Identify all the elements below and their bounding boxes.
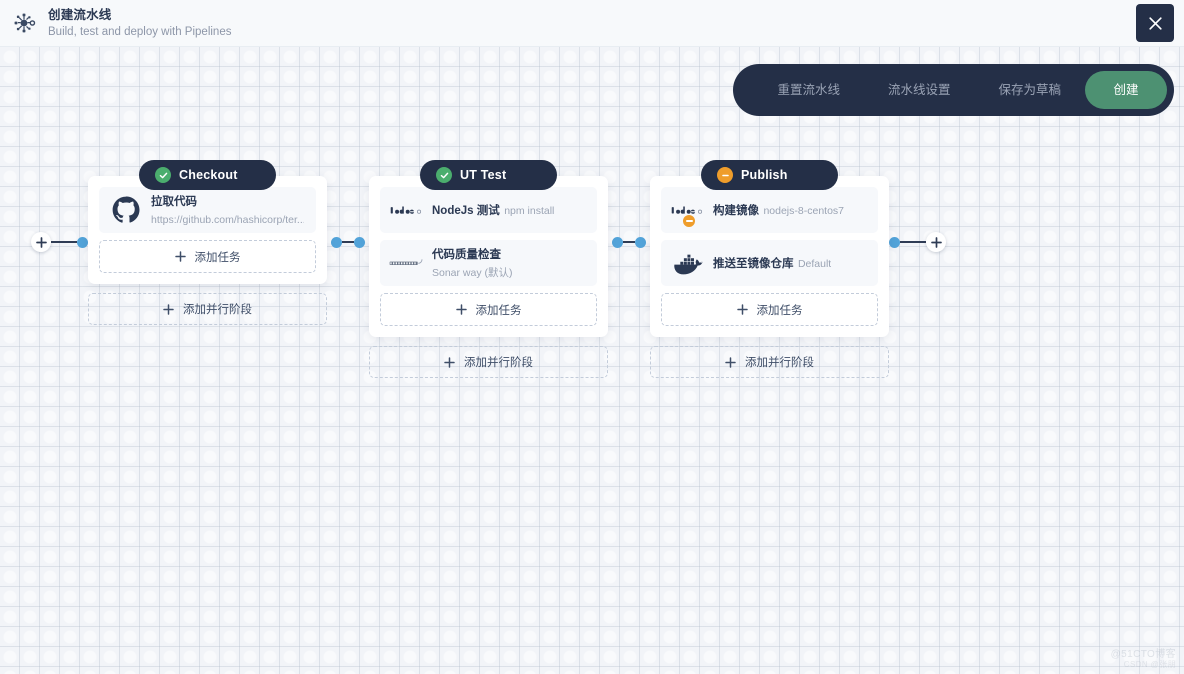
pipeline-end-connector (889, 160, 946, 324)
plus-icon (163, 303, 174, 315)
minus-circle-icon (717, 167, 733, 183)
pipeline-toolbar: 重置流水线 流水线设置 保存为草稿 创建 (733, 64, 1174, 116)
add-parallel-stage-button[interactable]: 添加并行阶段 (88, 293, 327, 325)
task-item[interactable]: 拉取代码 https://github.com/hashicorp/ter... (99, 187, 316, 233)
github-icon (107, 193, 145, 227)
task-title: 拉取代码 (151, 196, 197, 208)
plus-icon (930, 236, 942, 248)
connector-dot[interactable] (354, 236, 365, 248)
connector-dot[interactable] (77, 236, 88, 248)
add-parallel-label: 添加并行阶段 (464, 357, 533, 369)
connector-dot[interactable] (889, 236, 900, 248)
add-task-button[interactable]: 添加任务 (99, 240, 316, 273)
add-parallel-stage-button[interactable]: 添加并行阶段 (369, 346, 608, 378)
connector-line (51, 240, 77, 244)
task-item[interactable]: 代码质量检查 Sonar way (默认) (380, 240, 597, 286)
header-text-block: 创建流水线 Build, test and deploy with Pipeli… (48, 4, 231, 42)
stage-header[interactable]: UT Test (420, 160, 557, 190)
connector-dot[interactable] (635, 236, 646, 248)
stage-publish: Publish 构建镜像 nodejs-8-centos7 推送至镜像仓库 De… (650, 160, 889, 378)
connector-dot[interactable] (612, 236, 623, 248)
task-subtitle: nodejs-8-centos7 (763, 205, 845, 217)
plus-icon (35, 236, 47, 248)
add-task-button[interactable]: 添加任务 (661, 293, 878, 326)
pipeline-graph: Checkout 拉取代码 https://github.com/hashico… (0, 160, 1184, 378)
task-item[interactable]: 构建镜像 nodejs-8-centos7 (661, 187, 878, 233)
stage-card: 构建镜像 nodejs-8-centos7 推送至镜像仓库 Default 添加… (650, 176, 889, 337)
stage-connector-2-3 (608, 160, 650, 324)
add-stage-end-button[interactable] (926, 232, 946, 252)
page-title: 创建流水线 (48, 7, 112, 22)
add-parallel-stage-button[interactable]: 添加并行阶段 (650, 346, 889, 378)
add-stage-start-button[interactable] (31, 232, 51, 252)
watermark-line-1: @51CTO博客 (1110, 649, 1176, 660)
close-icon (1148, 16, 1163, 31)
plus-icon (455, 304, 467, 315)
check-circle-icon (436, 167, 452, 183)
stage-ut-test: UT Test NodeJs 测试 npm install 代码质量检查 Son… (369, 160, 608, 378)
connector-line (342, 240, 354, 244)
task-subtitle: npm install (504, 205, 555, 217)
stage-name: Publish (741, 168, 788, 182)
pipeline-canvas[interactable]: 重置流水线 流水线设置 保存为草稿 创建 Checkout 拉取代码 https… (0, 47, 1184, 674)
add-task-label: 添加任务 (194, 251, 241, 264)
pipeline-settings-button[interactable]: 流水线设置 (864, 71, 975, 109)
docker-icon (669, 246, 707, 280)
pipeline-start-connector (31, 160, 88, 324)
stage-card: NodeJs 测试 npm install 代码质量检查 Sonar way (… (369, 176, 608, 337)
pipeline-node-icon (8, 6, 42, 40)
plus-icon (725, 356, 736, 368)
task-text: NodeJs 测试 npm install (432, 201, 554, 219)
task-item[interactable]: NodeJs 测试 npm install (380, 187, 597, 233)
close-button[interactable] (1136, 4, 1174, 42)
stage-header[interactable]: Publish (701, 160, 838, 190)
task-subtitle: Default (797, 258, 832, 270)
task-title: 代码质量检查 (432, 249, 501, 261)
task-subtitle: Sonar way (默认) (432, 267, 513, 279)
sonarqube-icon (388, 246, 426, 280)
save-draft-button[interactable]: 保存为草稿 (974, 71, 1085, 109)
stage-header[interactable]: Checkout (139, 160, 276, 190)
task-item[interactable]: 推送至镜像仓库 Default (661, 240, 878, 286)
stage-checkout: Checkout 拉取代码 https://github.com/hashico… (88, 160, 327, 325)
create-button[interactable]: 创建 (1085, 71, 1167, 109)
stage-name: Checkout (179, 168, 238, 182)
watermark-line-2: CSDN @张朋 (1123, 660, 1176, 669)
app-header: 创建流水线 Build, test and deploy with Pipeli… (0, 0, 1184, 47)
warning-badge-icon (682, 214, 696, 228)
add-parallel-label: 添加并行阶段 (745, 357, 814, 369)
task-text: 拉取代码 https://github.com/hashicorp/ter... (151, 192, 304, 228)
connector-line (900, 240, 926, 244)
nodejs-icon (669, 193, 707, 228)
plus-icon (174, 251, 186, 262)
task-title: NodeJs 测试 (432, 205, 500, 217)
task-title: 构建镜像 (713, 205, 759, 217)
task-text: 推送至镜像仓库 Default (713, 254, 831, 272)
task-text: 构建镜像 nodejs-8-centos7 (713, 201, 844, 219)
page-subtitle: Build, test and deploy with Pipelines (48, 25, 232, 38)
watermark: @51CTO博客 CSDN @张朋 (1111, 650, 1176, 670)
nodejs-icon (388, 193, 426, 227)
task-subtitle: https://github.com/hashicorp/ter... (151, 214, 304, 226)
reset-pipeline-button[interactable]: 重置流水线 (753, 71, 864, 109)
connector-line (623, 240, 635, 244)
task-text: 代码质量检查 Sonar way (默认) (432, 245, 585, 281)
plus-icon (444, 356, 455, 368)
stage-connector-1-2 (327, 160, 369, 324)
add-task-label: 添加任务 (475, 304, 522, 317)
stage-name: UT Test (460, 168, 507, 182)
connector-dot[interactable] (331, 236, 342, 248)
task-title: 推送至镜像仓库 (713, 258, 794, 270)
add-task-button[interactable]: 添加任务 (380, 293, 597, 326)
plus-icon (736, 304, 748, 315)
check-circle-icon (155, 167, 171, 183)
add-task-label: 添加任务 (756, 304, 803, 317)
add-parallel-label: 添加并行阶段 (183, 304, 252, 316)
stage-card: 拉取代码 https://github.com/hashicorp/ter...… (88, 176, 327, 284)
